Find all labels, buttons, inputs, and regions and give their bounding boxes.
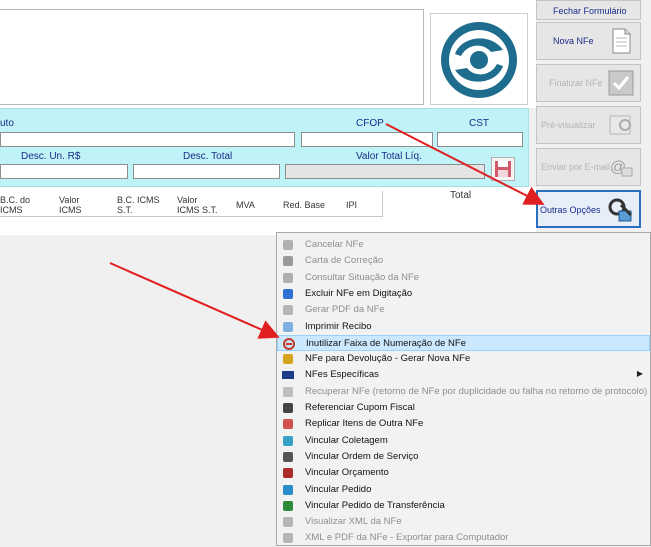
arrow-to-options	[385, 123, 545, 205]
arrow-to-inutilizar	[109, 262, 280, 339]
annotation-arrows	[109, 123, 545, 339]
